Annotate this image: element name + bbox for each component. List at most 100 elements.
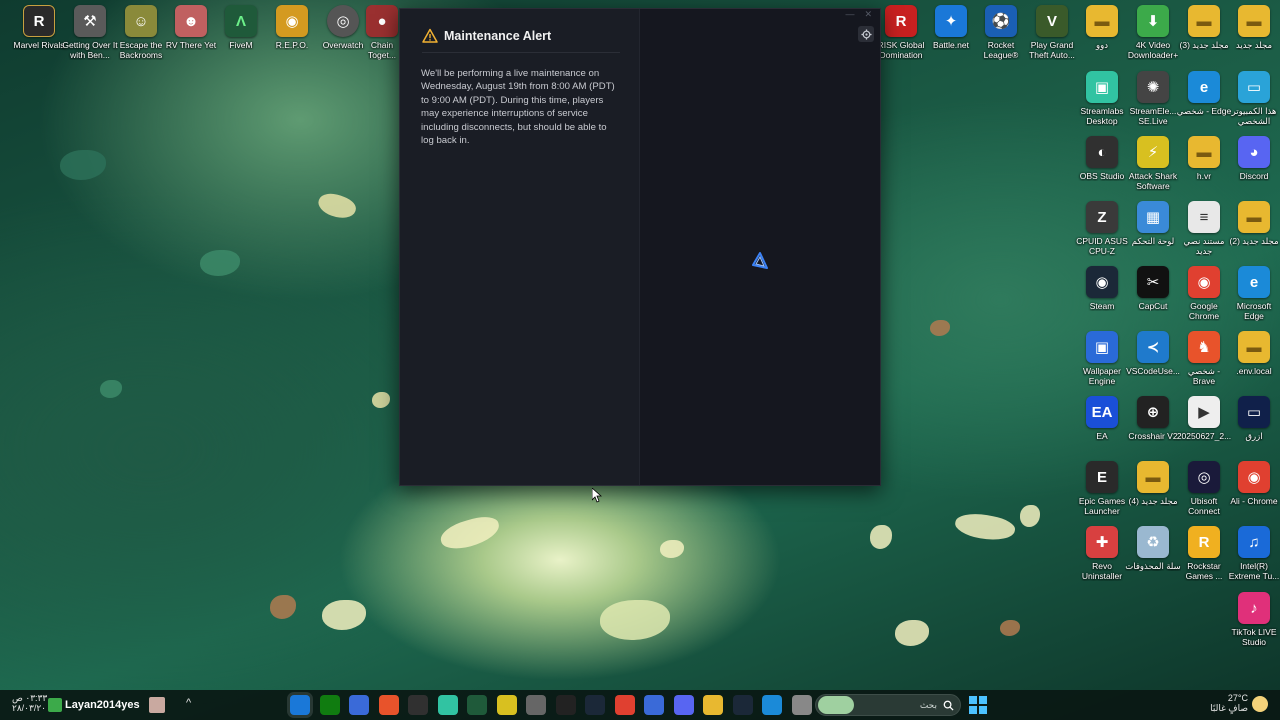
- desktop-icon-getting-over-it[interactable]: ⚒ Getting Over It with Ben...: [62, 5, 118, 60]
- discord-taskbar-icon[interactable]: [673, 695, 694, 715]
- app-taskbar-icon[interactable]: [791, 695, 812, 715]
- desktop-icon[interactable]: ⚽ Rocket League®: [975, 5, 1027, 60]
- weather-desc: صافٍ غالبًا: [1210, 703, 1248, 713]
- desktop-icon[interactable]: R Rockstar Games ...: [1178, 526, 1230, 581]
- avatar: [148, 697, 165, 713]
- user-badge[interactable]: Layan2014yes: [48, 697, 165, 713]
- desktop-icon-fivem[interactable]: Λ FiveM: [215, 5, 267, 50]
- desktop-icon[interactable]: ⚡ Attack Shark Software: [1127, 136, 1179, 191]
- desktop-icon[interactable]: ♻ سلة المحذوفات: [1125, 526, 1181, 571]
- desktop-icon[interactable]: ▭ هذا الكمبيوتر الشخصي: [1228, 71, 1280, 126]
- desktop-icon[interactable]: ▬ دوو: [1076, 5, 1128, 50]
- desktop-icon[interactable]: ≡ مستند نصي جديد: [1178, 201, 1230, 256]
- desktop-icon[interactable]: EA EA: [1076, 396, 1128, 441]
- desktop-icon[interactable]: ▣ Wallpaper Engine: [1076, 331, 1128, 386]
- store-taskbar-icon[interactable]: [644, 695, 664, 715]
- desktop-icon[interactable]: ⊕ Crosshair V2: [1127, 396, 1179, 441]
- close-icon[interactable]: ✕: [864, 9, 872, 20]
- desktop-icon-label: Discord: [1239, 171, 1269, 181]
- game-taskbar-icon[interactable]: [555, 695, 576, 715]
- desktop-icon[interactable]: E Epic Games Launcher: [1076, 461, 1128, 516]
- brave-taskbar-icon[interactable]: [378, 695, 399, 715]
- obs-taskbar-icon[interactable]: [408, 695, 428, 715]
- desktop-icon-label: ازرق: [1245, 431, 1263, 441]
- desktop-icon[interactable]: ▬ مجلد جديد (3): [1178, 5, 1230, 50]
- desktop-icon-label: مجلد جديد (2): [1229, 236, 1279, 246]
- recycle-bin-icon: ♻: [1137, 526, 1169, 558]
- desktop-icon[interactable]: ▬ h.vr: [1178, 136, 1230, 181]
- desktop-icon[interactable]: ◉ Steam: [1076, 266, 1128, 311]
- chrome-taskbar-icon[interactable]: [614, 695, 635, 715]
- steam-taskbar-icon[interactable]: [732, 695, 753, 715]
- desktop-icon[interactable]: R RISK Global Domination: [875, 5, 927, 60]
- desktop-icon[interactable]: ♫ Intel(R) Extreme Tu...: [1228, 526, 1280, 581]
- desktop-icon[interactable]: ▬ مجلد جديد (2): [1228, 201, 1280, 246]
- desktop-icon-marvel-rivals[interactable]: R Marvel Rivals: [13, 5, 65, 50]
- desktop-icon[interactable]: ◉ Google Chrome: [1178, 266, 1230, 321]
- wallpaper-engine-icon: ▣: [1086, 331, 1118, 363]
- ubisoft-icon: ◎: [1188, 461, 1220, 493]
- desktop-icon[interactable]: ✦ Battle.net: [925, 5, 977, 50]
- battlenet-taskbar-icon[interactable]: [290, 695, 310, 715]
- desktop-icon[interactable]: ▣ Streamlabs Desktop: [1076, 71, 1128, 126]
- desktop-icon[interactable]: ▬ مجلد جديد (4): [1127, 461, 1179, 506]
- desktop-icon-label: مستند نصي جديد: [1183, 236, 1225, 256]
- desktop-icon[interactable]: ◎ Ubisoft Connect: [1178, 461, 1230, 516]
- tools-taskbar-icon[interactable]: [526, 695, 546, 715]
- marvel-rivals-icon: R: [23, 5, 55, 37]
- weather-widget[interactable]: 27°C صافٍ غالبًا: [1208, 693, 1248, 713]
- explorer-taskbar-icon[interactable]: [703, 695, 723, 715]
- desktop-icon-repo[interactable]: ◉ R.E.P.O.: [266, 5, 318, 50]
- app-taskbar-icon[interactable]: [349, 695, 369, 715]
- desktop-icon-label: شخصي - Edge: [1176, 106, 1232, 116]
- desktop-icon-label: لوحة التحكم: [1131, 236, 1175, 246]
- desktop-icon[interactable]: ⬇ 4K Video Downloader+: [1127, 5, 1179, 60]
- streamlabs-taskbar-icon[interactable]: [437, 695, 458, 715]
- attack-shark-taskbar-icon[interactable]: [496, 695, 517, 715]
- xbox-taskbar-icon[interactable]: [319, 695, 340, 715]
- start-button[interactable]: [969, 696, 987, 714]
- this-pc-icon: ▭: [1238, 71, 1270, 103]
- steam-taskbar-icon[interactable]: [585, 695, 605, 715]
- desktop-icon[interactable]: Z CPUID ASUS CPU-Z: [1076, 201, 1128, 256]
- desktop-icon[interactable]: ✺ StreamEle... SE.Live: [1127, 71, 1179, 126]
- search-placeholder: بحث: [919, 699, 937, 710]
- desktop-icon[interactable]: ♪ TikTok LIVE Studio: [1228, 592, 1280, 647]
- minimize-icon[interactable]: —: [845, 9, 854, 20]
- desktop-icon[interactable]: V Play Grand Theft Auto...: [1026, 5, 1078, 60]
- game-launcher-window[interactable]: — ✕ Maintenance Alert We'll be performin…: [399, 8, 881, 486]
- desktop-icon[interactable]: ✂ CapCut: [1127, 266, 1179, 311]
- desktop-icon[interactable]: ▦ لوحة التحكم: [1127, 201, 1179, 246]
- desktop-icon[interactable]: ▬ مجلد جديد: [1228, 5, 1280, 50]
- desktop-icon-label: EA: [1096, 431, 1108, 441]
- desktop-icon-label: Wallpaper Engine: [1083, 366, 1121, 386]
- desktop-icon-overwatch[interactable]: ◎ Overwatch: [317, 5, 369, 50]
- clock-time: ٠٣:٣٣ ص: [12, 693, 48, 703]
- desktop-icon-chained-together[interactable]: ● Chain Toget...: [364, 5, 400, 60]
- desktop-icon[interactable]: ▶ 20250627_2...: [1177, 396, 1231, 441]
- desktop-icon-escape-backrooms[interactable]: ☺ Escape the Backrooms: [115, 5, 167, 60]
- desktop-icon[interactable]: e Microsoft Edge: [1228, 266, 1280, 321]
- discord-icon: ◕: [1238, 136, 1270, 168]
- desktop-icon[interactable]: ♞ شخصي - Brave: [1178, 331, 1230, 386]
- folder-icon: ▬: [1086, 5, 1118, 37]
- desktop-icon[interactable]: ▭ ازرق: [1228, 396, 1280, 441]
- crosshair-icon: ⊕: [1137, 396, 1169, 428]
- desktop-icon-label: R.E.P.O.: [275, 40, 309, 50]
- edge-taskbar-icon[interactable]: [762, 695, 782, 715]
- tray-chevron-icon[interactable]: ^: [186, 697, 191, 709]
- desktop-icon-rv-there-yet[interactable]: ☻ RV There Yet: [165, 5, 217, 50]
- settings-gear-icon[interactable]: [858, 26, 874, 42]
- badge-icon: [48, 698, 62, 712]
- desktop-icon[interactable]: e شخصي - Edge: [1176, 71, 1232, 116]
- desktop-icon[interactable]: ◕ Discord: [1228, 136, 1280, 181]
- taskbar-clock[interactable]: ٠٣:٣٣ ص ٢٨/٠٣/٢٠: [12, 693, 47, 713]
- fivem-taskbar-icon[interactable]: [467, 695, 487, 715]
- desktop-icon[interactable]: ≺ VSCodeUse...: [1126, 331, 1180, 376]
- desktop-icon[interactable]: ✚ Revo Uninstaller: [1076, 526, 1128, 581]
- desktop-icon[interactable]: ◉ Ali - Chrome: [1228, 461, 1280, 506]
- desktop-icon-label: Revo Uninstaller: [1081, 561, 1123, 581]
- desktop-icon[interactable]: ▬ .env.local: [1228, 331, 1280, 376]
- epic-games-icon: E: [1086, 461, 1118, 493]
- desktop-icon[interactable]: ◐ OBS Studio: [1076, 136, 1128, 181]
